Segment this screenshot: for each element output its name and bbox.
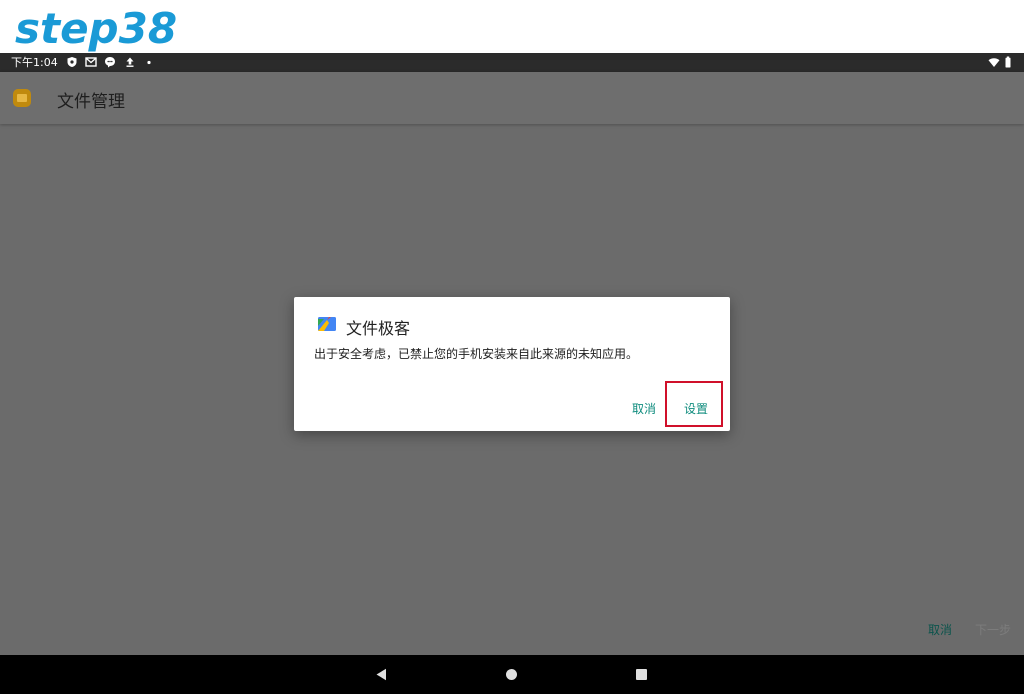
bottom-next-button[interactable]: 下一步 <box>975 621 1011 638</box>
folder-icon <box>13 89 31 107</box>
dialog-title: 文件极客 <box>346 319 411 338</box>
home-icon[interactable] <box>506 669 517 680</box>
shield-icon <box>67 57 77 67</box>
wifi-icon <box>988 58 1000 67</box>
message-icon <box>105 57 115 68</box>
dot-icon <box>147 60 151 65</box>
navigation-bar <box>0 655 1024 694</box>
status-bar: 下午1:04 <box>0 53 1024 72</box>
brand-banner: step38 <box>0 0 1024 53</box>
upload-icon <box>126 57 134 67</box>
settings-highlight-box <box>665 381 723 427</box>
cancel-button[interactable]: 取消 <box>632 400 656 417</box>
bottom-cancel-button[interactable]: 取消 <box>928 621 952 638</box>
step38-logo: step38 <box>15 4 178 53</box>
dialog-message: 出于安全考虑，已禁止您的手机安装来自此来源的未知应用。 <box>314 347 639 361</box>
files-app-icon <box>318 317 336 331</box>
recents-icon[interactable] <box>636 669 647 680</box>
app-content: 文件管理 文件极客 出于安全考虑，已禁止您的手机安装来自此来源的未知应用。 取消… <box>0 72 1024 655</box>
gmail-icon <box>85 57 97 67</box>
back-icon[interactable] <box>375 668 388 681</box>
app-title: 文件管理 <box>57 92 125 112</box>
battery-icon <box>1005 56 1011 68</box>
status-time: 下午1:04 <box>11 56 58 69</box>
app-bar: 文件管理 <box>0 72 1024 124</box>
